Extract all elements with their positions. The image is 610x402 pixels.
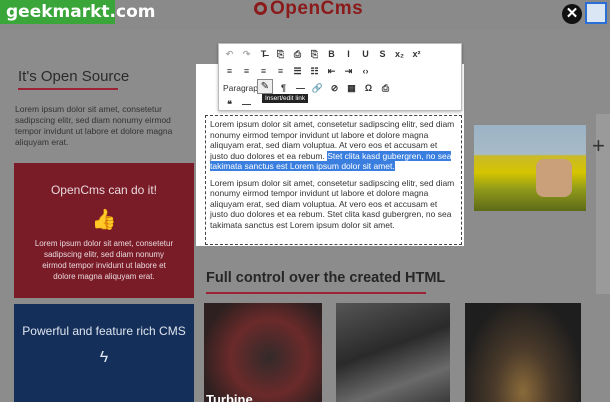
toolbar-row-4: ❝ —: [223, 96, 253, 112]
logo-ring-icon: [254, 2, 267, 15]
table-icon[interactable]: ▦: [345, 82, 358, 95]
horizontal-rule-icon[interactable]: —: [294, 82, 307, 95]
print-icon[interactable]: ⎙: [379, 82, 392, 95]
feature-card-red[interactable]: OpenCms can do it! 👍 Lorem ipsum dolor s…: [14, 163, 194, 298]
source-code-icon[interactable]: ‹›: [359, 65, 372, 78]
editor-toolbar: ↶ ↷ T̶ ⎘ ⎙ ⎘ B I U S x₂ x² ≡ ≡ ≡ ≡ ☰ ☷ ⇤…: [218, 43, 462, 111]
plus-icon[interactable]: +: [592, 133, 605, 159]
align-left-icon[interactable]: ≡: [223, 65, 236, 78]
heading-underline: [206, 292, 426, 294]
copy-icon[interactable]: ⎙: [291, 48, 304, 61]
lightning-icon: ϟ: [99, 349, 109, 366]
superscript-icon[interactable]: x²: [410, 48, 423, 61]
engine-photo[interactable]: [336, 303, 450, 402]
unlink-icon[interactable]: ⊘: [328, 82, 341, 95]
insert-link-button[interactable]: ✎: [257, 79, 273, 94]
numbered-list-icon[interactable]: ☷: [308, 65, 321, 78]
paste-icon[interactable]: ⎘: [274, 48, 287, 61]
subscript-icon[interactable]: x₂: [393, 48, 406, 61]
card-title: OpenCms can do it!: [50, 183, 158, 197]
toolbar-row-2: ≡ ≡ ≡ ≡ ☰ ☷ ⇤ ⇥ ‹›: [223, 63, 372, 79]
fullscreen-icon[interactable]: [585, 2, 607, 24]
link-icon[interactable]: 🔗: [311, 82, 324, 95]
phone-hand: [536, 159, 572, 197]
field-photo: [474, 125, 586, 211]
feature-card-blue[interactable]: Powerful and feature rich CMS ϟ: [14, 304, 194, 402]
section-paragraph: Lorem ipsum dolor sit amet, consetetur s…: [15, 104, 173, 147]
align-center-icon[interactable]: ≡: [240, 65, 253, 78]
clear-format-icon[interactable]: T̶: [257, 48, 270, 61]
editor-paragraph-1[interactable]: Lorem ipsum dolor sit amet, consetetur s…: [210, 119, 457, 172]
rich-text-editor[interactable]: Lorem ipsum dolor sit amet, consetetur s…: [205, 115, 462, 245]
section-heading-html: Full control over the created HTML: [206, 270, 446, 286]
toolbar-row-1: ↶ ↷ T̶ ⎘ ⎙ ⎘ B I U S x₂ x²: [223, 46, 423, 62]
heading-underline: [18, 88, 118, 90]
section-heading-open-source: It's Open Source: [18, 68, 130, 85]
redo-icon[interactable]: ↷: [240, 48, 253, 61]
quote-icon[interactable]: ❝: [223, 98, 236, 111]
undo-icon[interactable]: ↶: [223, 48, 236, 61]
strikethrough-icon[interactable]: S: [376, 48, 389, 61]
bold-icon[interactable]: B: [325, 48, 338, 61]
turbine-photo[interactable]: [204, 303, 322, 402]
tooltip: Insert/edit link: [262, 94, 309, 103]
close-icon[interactable]: ✕: [562, 4, 582, 24]
cut-icon[interactable]: ⎘: [308, 48, 321, 61]
dash-icon[interactable]: —: [240, 98, 253, 111]
photo-caption: Turbine: [206, 392, 253, 402]
blockquote-icon[interactable]: ¶: [277, 82, 290, 95]
italic-icon[interactable]: I: [342, 48, 355, 61]
thumbs-up-icon: 👍: [91, 209, 117, 231]
card-text: Lorem ipsum dolor sit amet, consetetur s…: [34, 239, 174, 281]
underline-icon[interactable]: U: [359, 48, 372, 61]
align-justify-icon[interactable]: ≡: [274, 65, 287, 78]
editor-paragraph-2[interactable]: Lorem ipsum dolor sit amet, consetetur s…: [210, 178, 457, 231]
dome-photo[interactable]: [465, 303, 581, 402]
align-right-icon[interactable]: ≡: [257, 65, 270, 78]
indent-icon[interactable]: ⇥: [342, 65, 355, 78]
bullet-list-icon[interactable]: ☰: [291, 65, 304, 78]
outdent-icon[interactable]: ⇤: [325, 65, 338, 78]
opencms-logo[interactable]: OpenCms: [254, 0, 363, 20]
special-char-icon[interactable]: Ω: [362, 82, 375, 95]
watermark: geekmarkt.com: [0, 0, 155, 24]
card-title: Powerful and feature rich CMS: [22, 324, 186, 338]
